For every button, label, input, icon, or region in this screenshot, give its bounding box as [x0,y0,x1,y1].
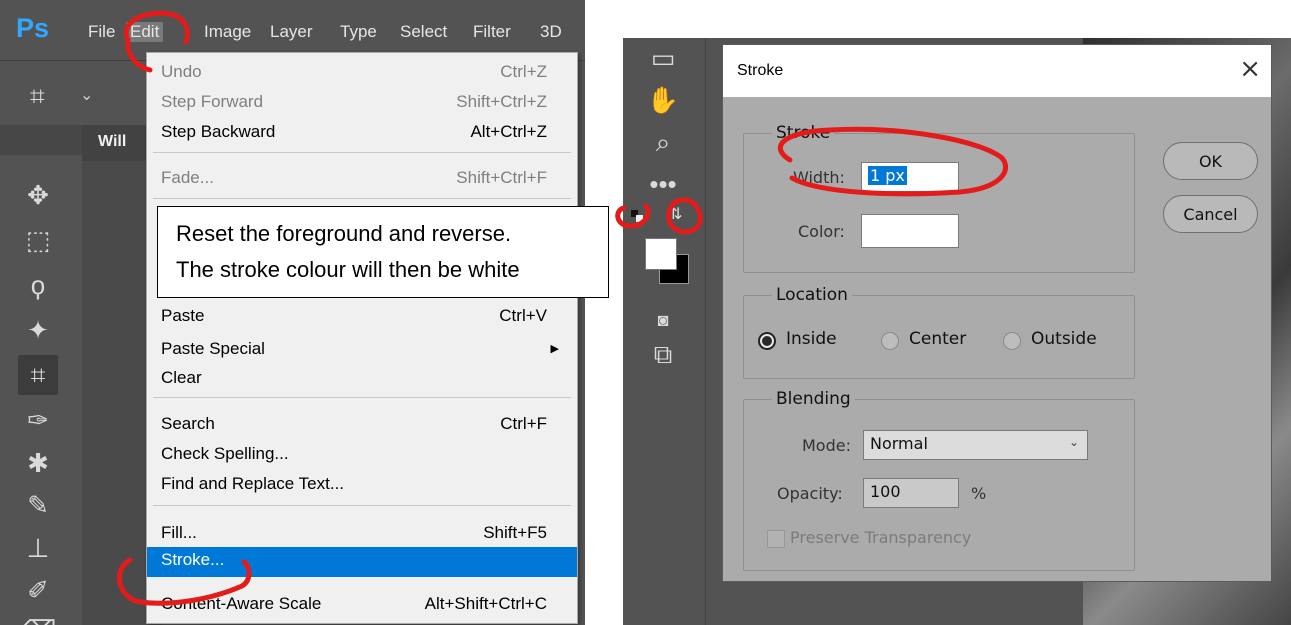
history-brush-tool-icon[interactable]: ✐ [18,570,58,610]
menu-item-paste[interactable]: Paste Ctrl+V [147,303,577,331]
menu-item-clear[interactable]: Clear [147,365,577,393]
opacity-value: 100 [870,482,901,501]
menu-select[interactable]: Select [400,22,447,42]
tools-panel: ✥ ⬚ ϙ ✦ ⌗ ✑ ✱ ✎ ⊥ ✐ ⌫ [0,125,83,625]
photoshop-window-right: ▭ ✋ ⌕ ••• ⇅ ◙ ⧉ Stroke × Stroke Width: 1… [623,38,1291,625]
ok-button[interactable]: OK [1163,142,1258,180]
clone-stamp-tool-icon[interactable]: ⊥ [18,528,58,568]
blending-group-legend: Blending [776,389,851,409]
menu-item-fill[interactable]: Fill... Shift+F5 [147,520,577,548]
stroke-dialog: Stroke × Stroke Width: 1 px Color: Locat… [722,44,1272,582]
menu-separator [153,152,571,153]
photoshop-logo: Ps [16,13,50,43]
radio-center[interactable] [881,332,899,350]
foreground-color-swatch[interactable] [645,238,677,270]
menu-item-fade[interactable]: Fade... Shift+Ctrl+F [147,165,577,193]
menu-image[interactable]: Image [204,22,251,42]
stroke-group-legend: Stroke [776,123,831,143]
brush-tool-icon[interactable]: ✎ [18,485,58,525]
menu-file[interactable]: File [88,22,115,42]
stroke-group: Stroke [743,123,1135,273]
menu-item-undo[interactable]: Undo Ctrl+Z [147,59,577,87]
radio-outside[interactable] [1003,332,1021,350]
width-value: 1 px [868,166,907,185]
crop-tool-icon[interactable]: ⌗ [30,81,45,113]
menu-item-search[interactable]: Search Ctrl+F [147,411,577,439]
color-swatch-input[interactable] [861,214,959,248]
menu-type[interactable]: Type [340,22,377,42]
width-input[interactable]: 1 px [861,162,959,192]
move-tool-icon[interactable]: ✥ [18,175,58,215]
tools-panel-right: ▭ ✋ ⌕ ••• ⇅ ◙ ⧉ [623,38,706,625]
dialog-title: Stroke [737,62,784,79]
radio-center-label: Center [909,329,967,349]
width-label: Width: [793,168,845,187]
marquee-tool-icon[interactable]: ⬚ [18,220,58,260]
menu-item-content-aware-scale[interactable]: Content-Aware Scale Alt+Shift+Ctrl+C [147,591,577,619]
menu-item-check-spelling[interactable]: Check Spelling... [147,441,577,469]
screen-mode-icon[interactable]: ⧉ [643,334,683,374]
mode-select[interactable]: Normal ⌄ [863,430,1088,460]
foreground-background-swatches[interactable] [645,238,693,286]
radio-inside[interactable] [758,332,776,350]
menu-separator [153,397,571,398]
callout-line-2: The stroke colour will then be white [176,257,520,282]
eyedropper-tool-icon[interactable]: ✑ [18,400,58,440]
location-group-legend: Location [776,285,848,305]
document-tab-label: Will [98,133,127,150]
opacity-label: Opacity: [777,484,843,503]
chevron-down-icon: ⌄ [1068,435,1079,449]
mode-value: Normal [870,434,928,453]
callout-line-1: Reset the foreground and reverse. [176,221,512,246]
edit-menu-dropdown: Undo Ctrl+Z Step Forward Shift+Ctrl+Z Step… [146,52,578,624]
panel-header [0,125,82,155]
mode-label: Mode: [802,436,851,455]
chevron-down-icon[interactable]: ⌄ [80,85,93,105]
cancel-button[interactable]: Cancel [1163,195,1258,233]
opacity-input[interactable]: 100 [863,478,959,508]
annotation-callout: Reset the foreground and reverse. The st… [157,206,609,298]
healing-brush-tool-icon[interactable]: ✱ [18,443,58,483]
menu-edit[interactable]: Edit [126,22,164,42]
radio-outside-label: Outside [1031,329,1097,349]
default-colors-icon[interactable] [631,210,643,222]
hand-tool-icon[interactable]: ✋ [643,80,683,120]
menu-layer[interactable]: Layer [270,22,313,42]
more-tools-icon[interactable]: ••• [643,164,683,204]
eraser-tool-icon[interactable]: ⌫ [18,610,58,625]
menu-item-stroke[interactable]: Stroke... [147,547,577,577]
menu-item-find-replace[interactable]: Find and Replace Text... [147,471,577,499]
magic-wand-tool-icon[interactable]: ✦ [18,310,58,350]
zoom-tool-icon[interactable]: ⌕ [643,122,683,162]
menu-3d[interactable]: 3D [540,22,562,42]
crop-tool-icon[interactable]: ⌗ [18,355,58,395]
preserve-transparency-checkbox[interactable] [767,530,785,548]
submenu-arrow-icon: ▶ [550,343,559,355]
radio-inside-label: Inside [786,329,837,349]
menu-item-step-forward[interactable]: Step Forward Shift+Ctrl+Z [147,89,577,117]
lasso-tool-icon[interactable]: ϙ [18,265,58,305]
opacity-unit: % [971,484,987,503]
menu-bar: Ps File Edit Image Layer Type Select Fil… [0,0,585,60]
dialog-titlebar [723,45,1271,97]
menu-filter[interactable]: Filter [473,22,511,42]
close-icon[interactable]: × [1239,54,1261,84]
menu-item-step-backward[interactable]: Step Backward Alt+Ctrl+Z [147,119,577,147]
preserve-transparency-label: Preserve Transparency [790,528,972,547]
menu-item-paste-special[interactable]: Paste Special ▶ [147,336,577,364]
color-label: Color: [798,222,845,241]
menu-separator [153,505,571,506]
frame-tool-icon[interactable]: ▭ [643,38,683,78]
swap-colors-icon[interactable]: ⇅ [669,204,682,224]
menu-separator [153,198,571,199]
